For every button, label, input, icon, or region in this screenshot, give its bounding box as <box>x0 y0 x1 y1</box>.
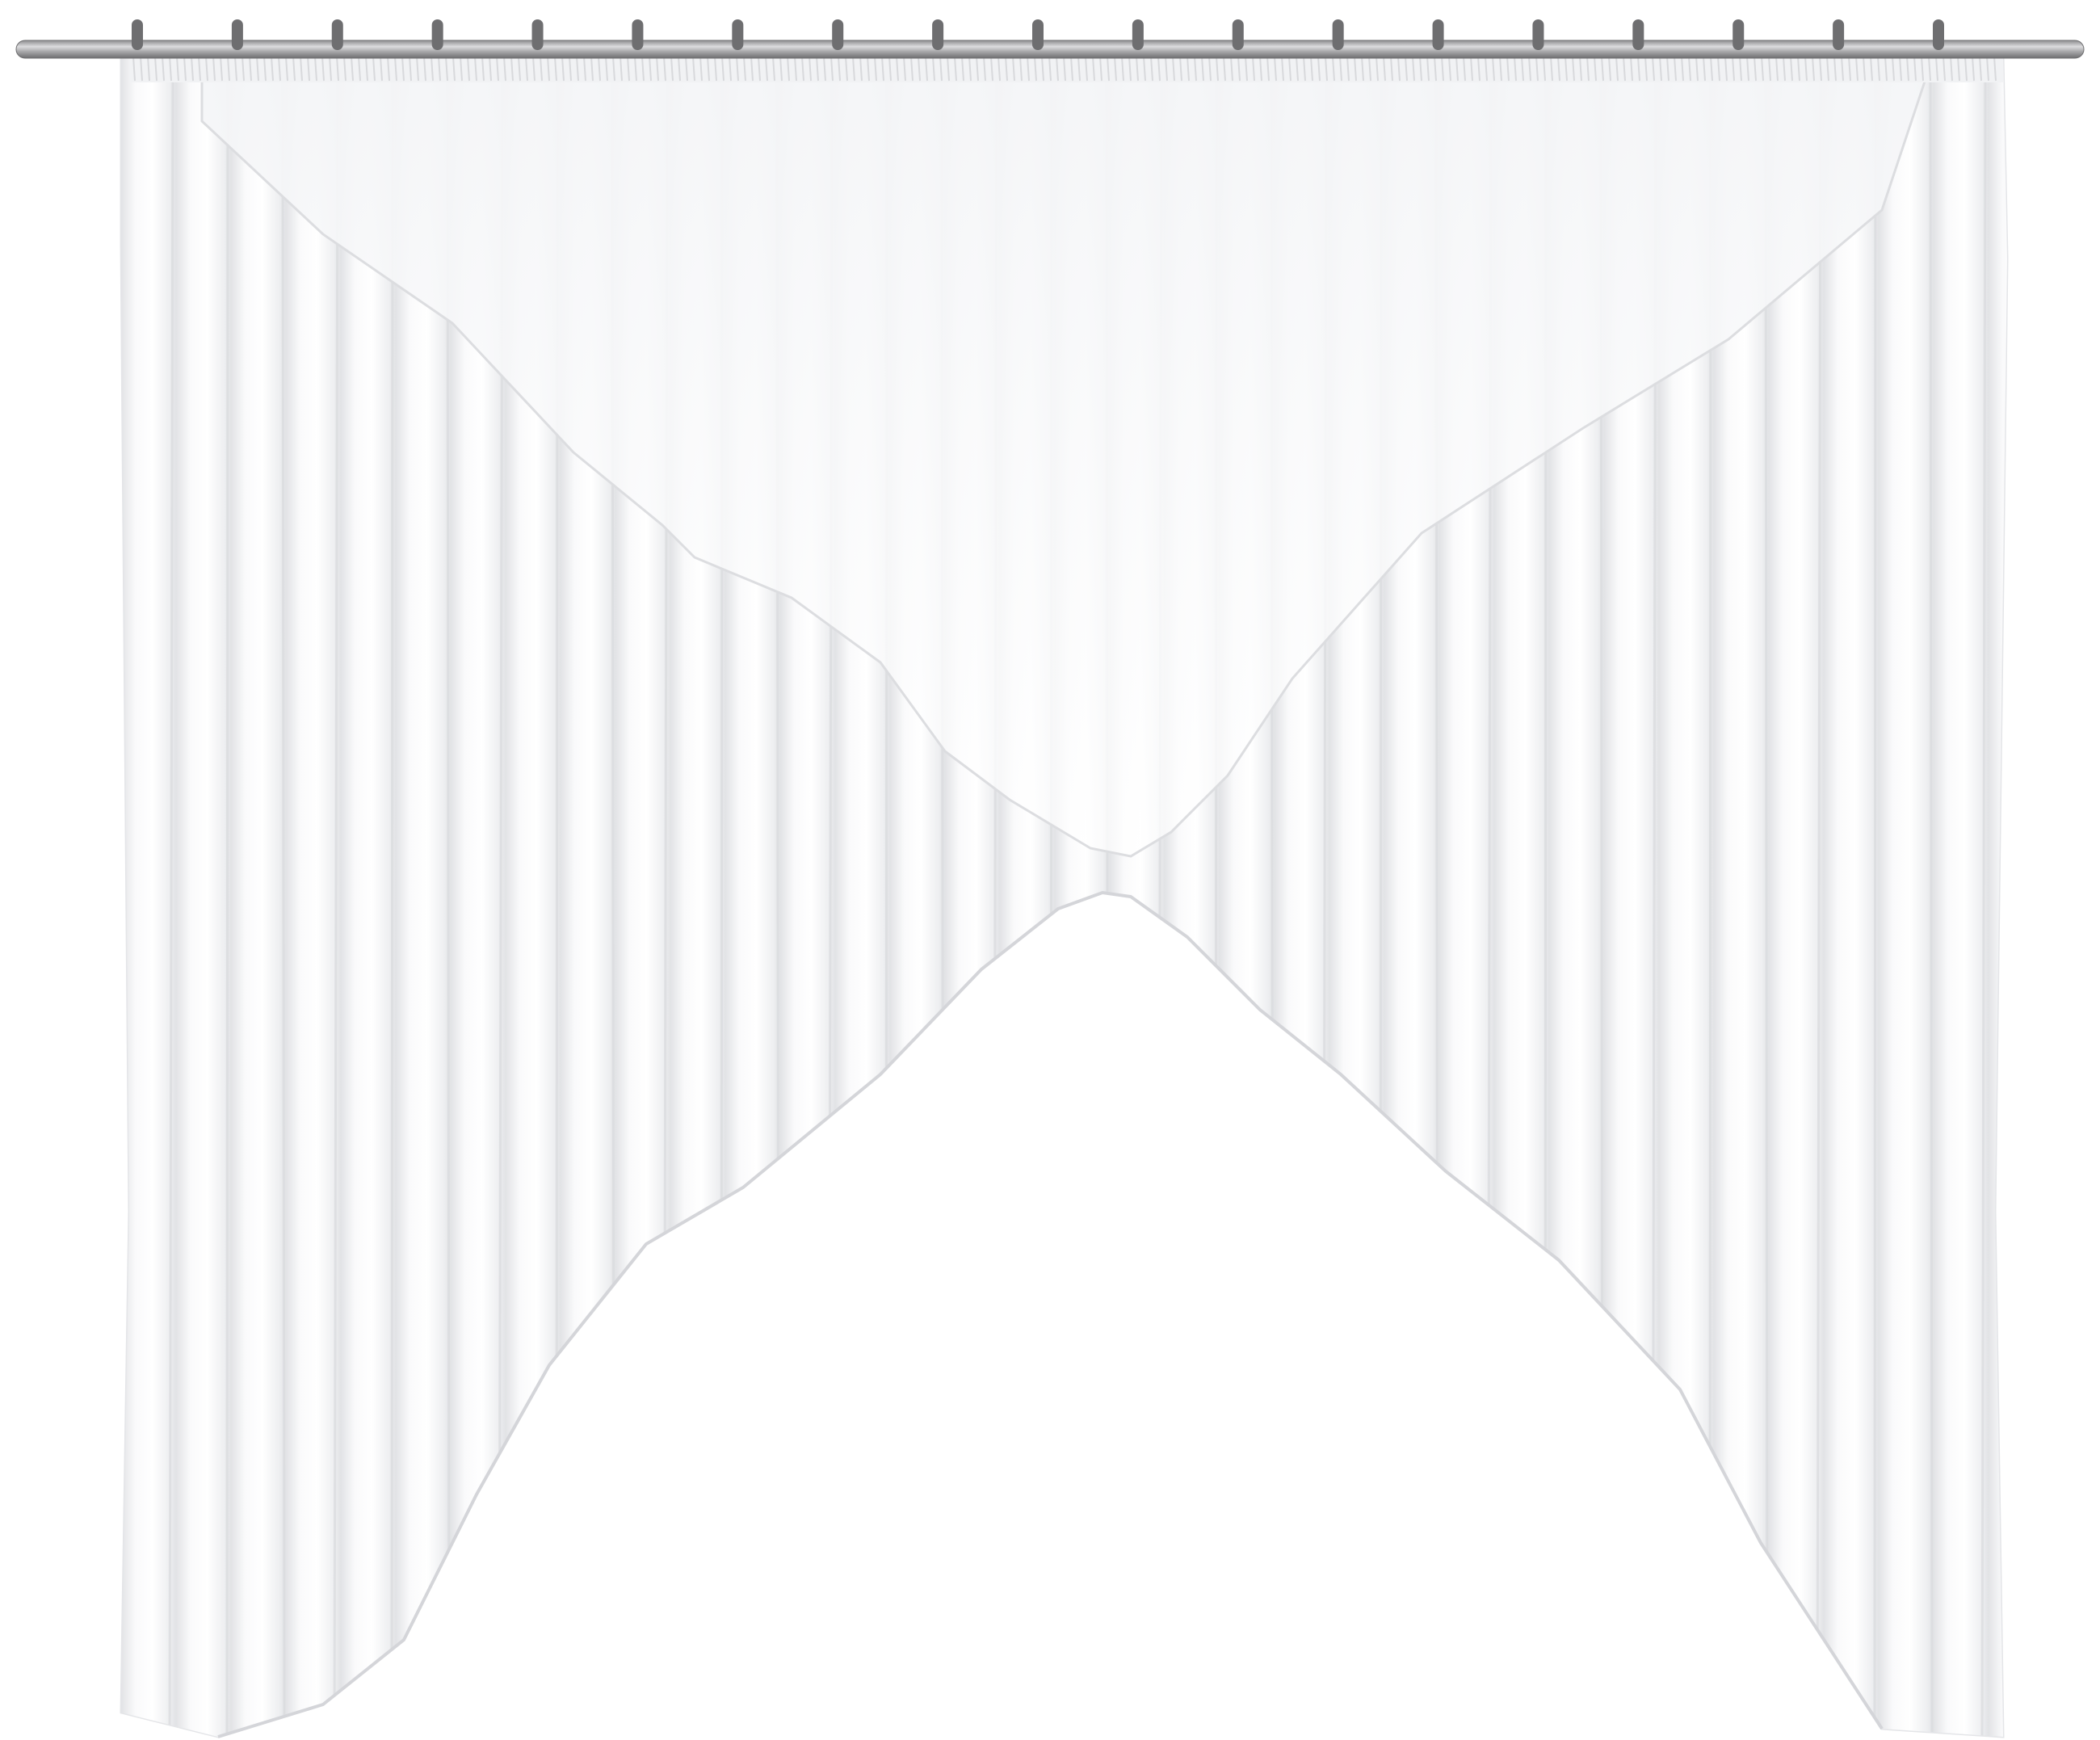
curtain-fold-shadow <box>446 72 451 1737</box>
curtain-ring <box>732 19 744 50</box>
curtain-ring <box>1732 19 1745 50</box>
curtain-fold-shadow <box>2039 73 2040 1737</box>
curtain-fold-shadow <box>225 72 229 1737</box>
curtain-ring <box>632 19 644 50</box>
curtain-ring <box>832 19 844 50</box>
curtain-pleat-fold <box>231 57 288 1737</box>
curtain-ring <box>1532 19 1544 50</box>
curtain-ring <box>431 19 443 50</box>
curtain-fold-shadow <box>1764 72 1769 1737</box>
curtain-fold-shadow <box>1929 72 1934 1737</box>
curtain-fold-shadow <box>390 72 394 1737</box>
curtain-ring <box>1232 19 1244 50</box>
curtain-ring <box>932 19 944 50</box>
curtain-ring <box>1833 19 1845 50</box>
curtain-ring <box>1933 19 1944 50</box>
curtain-pleat-fold <box>341 57 397 1737</box>
curtain-ring <box>1332 19 1344 50</box>
curtain-ring <box>1132 19 1144 50</box>
curtain-pleat-fold <box>1989 57 2007 1737</box>
curtain-illustration <box>15 19 2085 1738</box>
curtain-fold-shadow <box>281 72 286 1737</box>
curtain-ring <box>132 19 143 50</box>
curtain-ring <box>331 19 343 50</box>
curtain-ring <box>531 19 544 50</box>
curtain-pleat-fold <box>1879 57 1935 1737</box>
curtain-ring <box>1032 19 1044 50</box>
curtain-rod <box>15 40 2085 59</box>
curtain-pleat-fold <box>1824 57 1880 1737</box>
curtain-pleat-fold <box>176 57 233 1737</box>
curtain-heading-tape <box>129 55 2003 82</box>
curtain-photo <box>0 0 2100 1740</box>
curtain-ring <box>231 19 243 50</box>
curtain-ring <box>1432 19 1444 50</box>
curtain-ring <box>1632 19 1644 50</box>
